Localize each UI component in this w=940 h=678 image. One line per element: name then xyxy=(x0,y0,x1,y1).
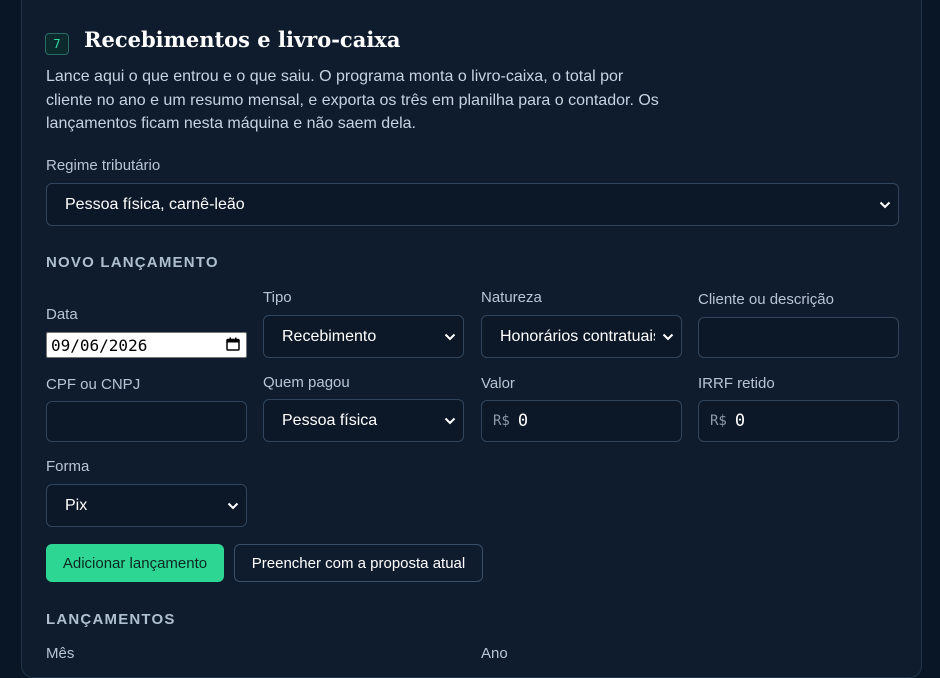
client-input[interactable] xyxy=(698,317,899,358)
nature-value: Honorários contratuais xyxy=(500,327,655,345)
payer-select[interactable]: Pessoa física xyxy=(263,399,464,442)
payer-value: Pessoa física xyxy=(282,411,378,429)
irrf-label: IRRF retido xyxy=(698,375,775,392)
fill-from-proposal-button[interactable]: Preencher com a proposta atual xyxy=(234,544,483,582)
type-label: Tipo xyxy=(263,289,292,306)
irrf-currency: R$ xyxy=(710,413,727,429)
chevron-down-icon xyxy=(872,201,898,209)
page-description: Lance aqui o que entrou e o que saiu. O … xyxy=(46,68,659,132)
add-entry-button[interactable]: Adicionar lançamento xyxy=(46,544,224,582)
payer-label: Quem pagou xyxy=(263,374,350,391)
amount-value: 0 xyxy=(517,411,529,431)
type-value: Recebimento xyxy=(282,327,377,345)
method-select[interactable]: Pix xyxy=(46,484,247,527)
chevron-down-icon xyxy=(220,502,246,510)
date-label: Data xyxy=(46,306,78,323)
month-label: Mês xyxy=(46,645,75,662)
calendar-icon[interactable] xyxy=(226,336,240,355)
type-select[interactable]: Recebimento xyxy=(263,315,464,358)
date-value: 09/06/2026 xyxy=(51,335,148,355)
step-badge: 7 xyxy=(45,33,69,55)
chevron-down-icon xyxy=(655,333,681,341)
amount-currency: R$ xyxy=(493,413,510,429)
method-label: Forma xyxy=(46,458,90,475)
regime-value: Pessoa física, carnê-leão xyxy=(65,195,245,213)
amount-input[interactable]: R$ 0 xyxy=(481,400,682,442)
document-input[interactable] xyxy=(46,401,247,442)
date-input[interactable]: 09/06/2026 xyxy=(46,332,247,358)
method-value: Pix xyxy=(65,496,88,514)
amount-label: Valor xyxy=(481,375,515,392)
chevron-down-icon xyxy=(437,333,463,341)
entries-heading: LANÇAMENTOS xyxy=(46,611,176,628)
year-label: Ano xyxy=(481,645,508,662)
nature-label: Natureza xyxy=(481,289,542,306)
regime-label: Regime tributário xyxy=(46,157,161,174)
chevron-down-icon xyxy=(437,417,463,425)
irrf-input[interactable]: R$ 0 xyxy=(698,400,899,442)
client-label: Cliente ou descrição xyxy=(698,291,834,308)
document-label: CPF ou CNPJ xyxy=(46,376,141,393)
new-entry-heading: NOVO LANÇAMENTO xyxy=(46,254,219,271)
irrf-value: 0 xyxy=(734,411,746,431)
page-title: Recebimentos e livro-caixa xyxy=(84,27,401,52)
nature-select[interactable]: Honorários contratuais xyxy=(481,315,682,358)
regime-select[interactable]: Pessoa física, carnê-leão xyxy=(46,183,899,226)
